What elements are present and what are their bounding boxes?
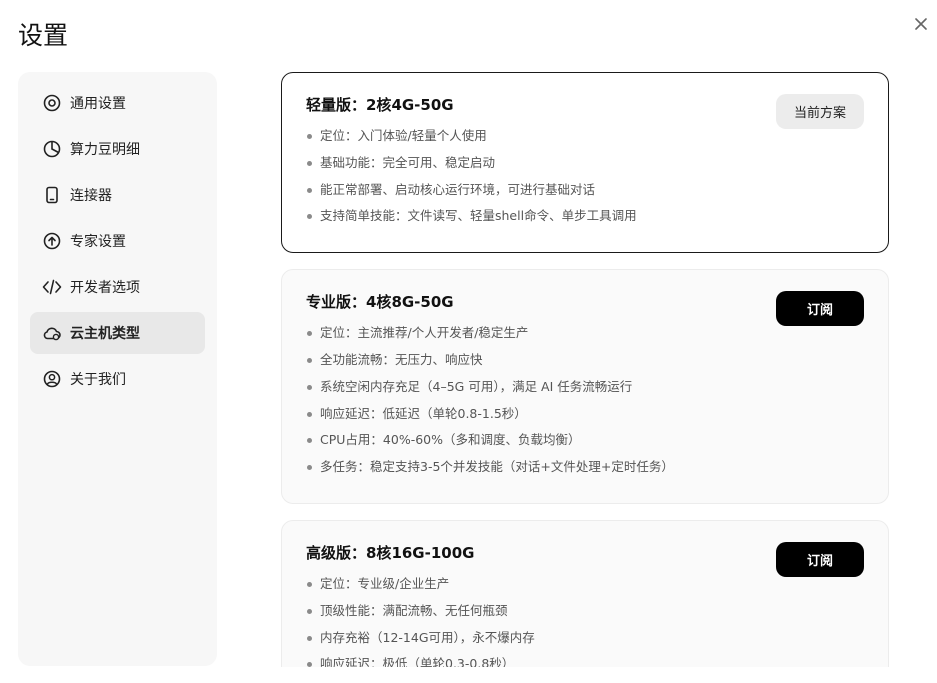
feature-item: 响应延迟：低延迟（单轮0.8-1.5秒）	[306, 405, 864, 423]
feature-list: 定位：主流推荐/个人开发者/稳定生产 全功能流畅：无压力、响应快 系统空闲内存充…	[306, 324, 864, 476]
feature-item: 响应延迟：极低（单轮0.3-0.8秒）	[306, 655, 864, 667]
sidebar-item-label: 云主机类型	[70, 326, 140, 342]
sidebar-item-developer[interactable]: 开发者选项	[30, 266, 205, 308]
settings-page: 设置 通用设置 算力豆明细 连接器 专家设置 开发者选项 云主机类型 关于我们 …	[0, 0, 937, 683]
sidebar-item-label: 专家设置	[70, 234, 126, 250]
sidebar-item-label: 关于我们	[70, 372, 126, 388]
pie-chart-icon	[42, 139, 62, 159]
feature-list: 定位：专业级/企业生产 顶级性能：满配流畅、无任何瓶颈 内存充裕（12-14G可…	[306, 575, 864, 667]
sidebar-item-label: 算力豆明细	[70, 142, 140, 158]
cloud-icon	[42, 323, 62, 343]
feature-item: 系统空闲内存充足（4–5G 可用），满足 AI 任务流畅运行	[306, 378, 864, 396]
feature-item: 定位：主流推荐/个人开发者/稳定生产	[306, 324, 864, 342]
feature-item: 基础功能：完全可用、稳定启动	[306, 154, 864, 172]
feature-list: 定位：入门体验/轻量个人使用 基础功能：完全可用、稳定启动 能正常部署、启动核心…	[306, 127, 864, 225]
feature-item: 内存充裕（12-14G可用），永不爆内存	[306, 629, 864, 647]
feature-item: 多任务：稳定支持3-5个并发技能（对话+文件处理+定时任务）	[306, 458, 864, 476]
current-plan-button[interactable]: 当前方案	[776, 94, 864, 129]
plan-list: 轻量版：2核4G-50G 当前方案 定位：入门体验/轻量个人使用 基础功能：完全…	[281, 72, 889, 667]
close-icon	[915, 18, 927, 30]
subscribe-button-pro[interactable]: 订阅	[776, 291, 864, 327]
feature-item: 顶级性能：满配流畅、无任何瓶颈	[306, 602, 864, 620]
close-button[interactable]	[910, 13, 932, 35]
code-icon	[42, 277, 62, 297]
sidebar-item-cloud-host-type[interactable]: 云主机类型	[30, 312, 205, 354]
plan-card-pro: 专业版：4核8G-50G 订阅 定位：主流推荐/个人开发者/稳定生产 全功能流畅…	[281, 269, 889, 504]
upload-circle-icon	[42, 231, 62, 251]
plan-card-advanced: 高级版：8核16G-100G 订阅 定位：专业级/企业生产 顶级性能：满配流畅、…	[281, 519, 889, 667]
plan-card-lite: 轻量版：2核4G-50G 当前方案 定位：入门体验/轻量个人使用 基础功能：完全…	[281, 72, 889, 254]
sidebar-item-general[interactable]: 通用设置	[30, 82, 205, 124]
feature-item: 能正常部署、启动核心运行环境，可进行基础对话	[306, 181, 864, 199]
sidebar-item-label: 通用设置	[70, 96, 126, 112]
sidebar-item-connectors[interactable]: 连接器	[30, 174, 205, 216]
feature-item: 定位：专业级/企业生产	[306, 575, 864, 593]
sidebar-item-about[interactable]: 关于我们	[30, 358, 205, 400]
feature-item: 全功能流畅：无压力、响应快	[306, 351, 864, 369]
page-title: 设置	[18, 21, 69, 50]
feature-item: 支持简单技能：文件读写、轻量shell命令、单步工具调用	[306, 207, 864, 225]
subscribe-button-advanced[interactable]: 订阅	[776, 541, 864, 577]
sidebar-item-label: 连接器	[70, 188, 112, 204]
sidebar: 通用设置 算力豆明细 连接器 专家设置 开发者选项 云主机类型 关于我们	[18, 72, 217, 666]
sidebar-item-compute-beans[interactable]: 算力豆明细	[30, 128, 205, 170]
user-circle-icon	[42, 369, 62, 389]
feature-item: CPU占用：40%-60%（多和调度、负载均衡）	[306, 431, 864, 449]
sidebar-item-label: 开发者选项	[70, 280, 140, 296]
sidebar-item-expert[interactable]: 专家设置	[30, 220, 205, 262]
phone-icon	[42, 185, 62, 205]
feature-item: 定位：入门体验/轻量个人使用	[306, 127, 864, 145]
settings-icon	[42, 93, 62, 113]
